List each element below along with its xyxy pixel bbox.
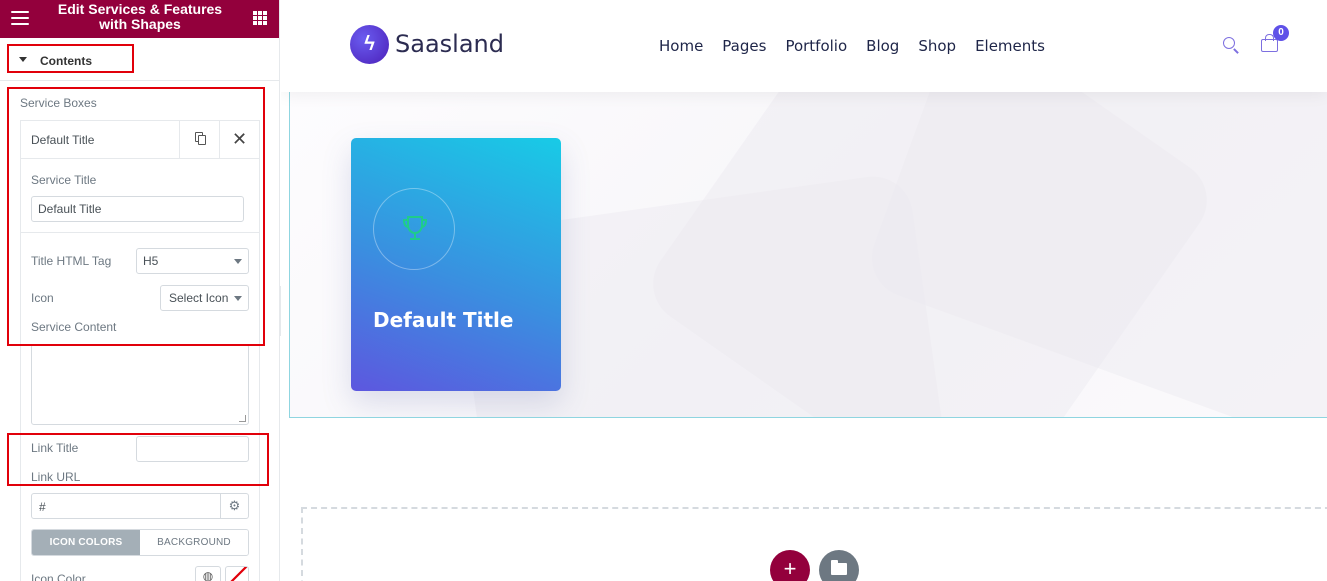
- add-section-dropzone[interactable]: [301, 507, 1327, 581]
- repeater-item-header[interactable]: Default Title ✕: [21, 121, 259, 159]
- nav-item-home[interactable]: Home: [659, 37, 703, 55]
- title-html-tag-label: Title HTML Tag: [31, 254, 112, 268]
- main-nav: Home Pages Portfolio Blog Shop Elements: [659, 37, 1064, 55]
- panel-title: Edit Services & Features with Shapes: [57, 1, 223, 32]
- link-url-value: #: [39, 500, 46, 514]
- service-card-title: Default Title: [373, 308, 514, 332]
- site-header: ϟ Saasland Home Pages Portfolio Blog Sho…: [281, 0, 1327, 92]
- section-contents-label: Contents: [40, 54, 92, 68]
- globe-icon[interactable]: ◍: [195, 566, 221, 581]
- copy-icon[interactable]: [179, 121, 219, 159]
- folder-icon: [831, 560, 847, 575]
- nav-item-pages[interactable]: Pages: [722, 37, 766, 55]
- icon-select[interactable]: Select Icon: [160, 285, 249, 311]
- site-preview: ϟ Saasland Home Pages Portfolio Blog Sho…: [281, 0, 1327, 581]
- panel-header: Edit Services & Features with Shapes: [0, 0, 279, 38]
- nav-item-elements[interactable]: Elements: [975, 37, 1045, 55]
- tab-background-color[interactable]: BACKGROUND COLOR: [140, 530, 248, 555]
- logo-icon[interactable]: ϟ: [350, 25, 389, 64]
- repeater-item-title: Default Title: [31, 133, 95, 147]
- search-icon[interactable]: [1223, 37, 1239, 54]
- service-boxes-label: Service Boxes: [20, 96, 97, 110]
- link-url-label: Link URL: [31, 470, 81, 484]
- link-title-label: Link Title: [31, 441, 79, 455]
- link-title-input[interactable]: [136, 436, 249, 462]
- color-tabs: ICON COLORS BACKGROUND COLOR: [31, 529, 249, 556]
- close-icon[interactable]: ✕: [219, 121, 259, 159]
- icon-color-control: ◍: [195, 566, 249, 581]
- icon-color-label: Icon Color: [31, 572, 86, 581]
- icon-label: Icon: [31, 291, 54, 305]
- chevron-down-icon: [234, 296, 242, 301]
- title-html-tag-select[interactable]: H5: [136, 248, 249, 274]
- service-card[interactable]: Default Title: [351, 138, 561, 391]
- trophy-icon: [402, 216, 428, 240]
- divider: [21, 232, 259, 233]
- title-html-tag-value: H5: [143, 254, 159, 268]
- service-title-input[interactable]: [31, 196, 244, 222]
- gear-icon[interactable]: ⚙: [220, 494, 248, 518]
- link-url-input[interactable]: # ⚙: [31, 493, 249, 519]
- nav-item-blog[interactable]: Blog: [866, 37, 899, 55]
- service-content-label: Service Content: [31, 320, 117, 334]
- nav-item-shop[interactable]: Shop: [918, 37, 956, 55]
- service-content-textarea[interactable]: [31, 344, 249, 425]
- service-icon-ring: [373, 188, 455, 270]
- hamburger-icon[interactable]: [11, 11, 29, 25]
- resize-grip-icon[interactable]: [239, 415, 246, 422]
- grid-icon[interactable]: [253, 11, 267, 25]
- cart-count-badge: 0: [1273, 25, 1289, 41]
- nav-item-portfolio[interactable]: Portfolio: [785, 37, 847, 55]
- chevron-down-icon: [234, 259, 242, 264]
- caret-down-icon: [19, 57, 27, 62]
- logo-text[interactable]: Saasland: [395, 30, 504, 58]
- service-section[interactable]: Default Title: [289, 92, 1327, 418]
- service-title-label: Service Title: [31, 173, 97, 187]
- plus-icon: +: [783, 556, 797, 581]
- section-contents-toggle[interactable]: Contents: [0, 38, 279, 81]
- icon-select-value: Select Icon: [169, 291, 229, 305]
- tab-icon-colors[interactable]: ICON COLORS: [32, 530, 140, 555]
- color-swatch[interactable]: [225, 566, 249, 581]
- editor-panel: Edit Services & Features with Shapes Con…: [0, 0, 280, 581]
